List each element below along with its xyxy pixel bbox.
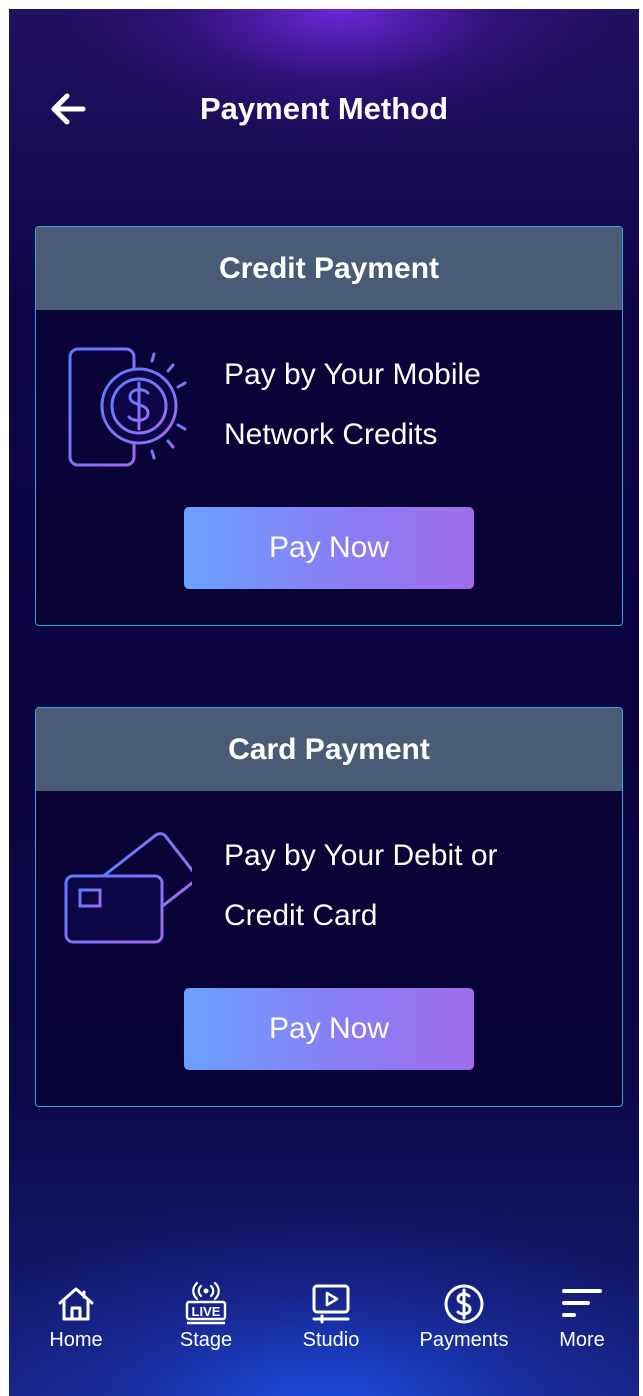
video-play-icon [312,1284,350,1324]
nav-label: Stage [179,1329,233,1351]
card-heading: Card Payment [36,708,622,791]
credit-cards-icon [64,826,197,954]
page-title: Payment Method [199,91,449,126]
nav-label: Home [49,1329,103,1351]
description-line: Network Credits [224,418,438,451]
card-description: Pay by Your Debit or Credit Card [224,826,604,946]
mobile-dollar-icon [64,345,192,473]
pay-now-button[interactable]: Pay Now [184,507,474,589]
description-line: Pay by Your Mobile [224,358,481,391]
home-icon [58,1287,94,1321]
description-line: Credit Card [224,899,378,932]
menu-lines-icon [562,1289,602,1317]
nav-item-more[interactable]: More [527,1281,637,1371]
bottom-nav: Home LIVE Stage Studio Payments More [9,1281,639,1381]
card-heading: Credit Payment [36,227,622,310]
live-badge: LIVE [192,1304,221,1319]
nav-item-payments[interactable]: Payments [409,1281,519,1371]
card-payment-card: Card Payment Pay by Your Debit or Credit… [35,707,623,1107]
app-screen: Payment Method Credit Payment Pay by You… [9,9,639,1396]
nav-item-home[interactable]: Home [21,1281,131,1371]
card-description: Pay by Your Mobile Network Credits [224,345,604,465]
credit-payment-card: Credit Payment Pay by Your Mobile Networ… [35,226,623,626]
pay-now-button[interactable]: Pay Now [184,988,474,1070]
nav-label: Payments [419,1329,509,1351]
nav-item-stage[interactable]: LIVE Stage [151,1281,261,1371]
nav-item-studio[interactable]: Studio [276,1281,386,1371]
dollar-circle-icon [444,1284,484,1324]
nav-label: More [559,1329,605,1351]
nav-label: Studio [302,1329,360,1351]
app-header: Payment Method [9,69,639,149]
description-line: Pay by Your Debit or [224,839,498,872]
live-broadcast-icon: LIVE [185,1281,227,1325]
